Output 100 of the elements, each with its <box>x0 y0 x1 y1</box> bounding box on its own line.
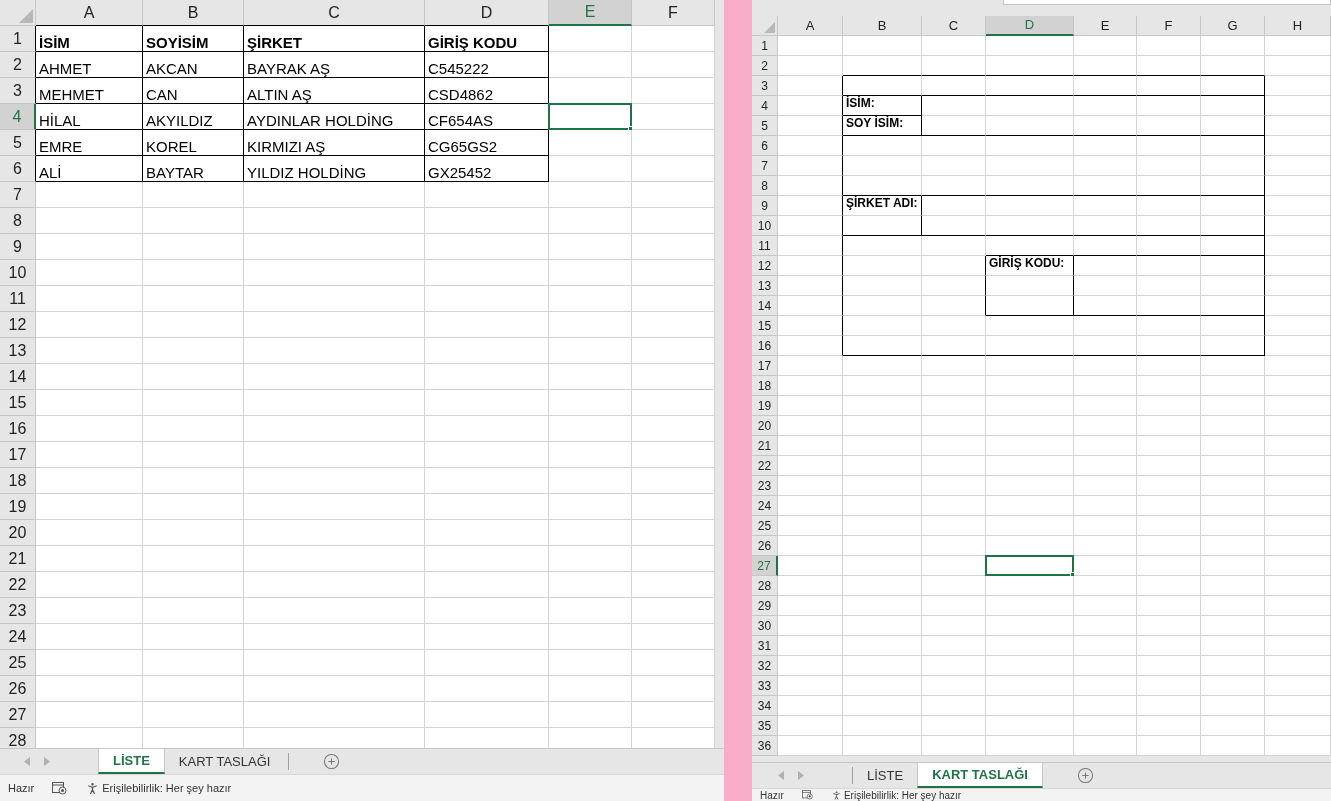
column-header[interactable]: E <box>549 0 632 26</box>
row-header[interactable]: 18 <box>752 376 778 396</box>
row-header[interactable]: 31 <box>752 636 778 656</box>
row-header[interactable]: 34 <box>752 696 778 716</box>
row-header[interactable]: 24 <box>0 624 36 650</box>
row-header[interactable]: 10 <box>0 260 36 286</box>
row-header[interactable]: 16 <box>752 336 778 356</box>
row-header[interactable]: 1 <box>0 26 36 52</box>
row-header[interactable]: 19 <box>0 494 36 520</box>
sheet-tab[interactable]: LİSTE <box>98 749 165 774</box>
row-header[interactable]: 22 <box>752 456 778 476</box>
accessibility-status[interactable]: Erişilebilirlik: Her şey hazır <box>843 788 962 801</box>
row-header[interactable]: 4 <box>752 96 778 116</box>
row-header[interactable]: 17 <box>0 442 36 468</box>
row-header[interactable]: 32 <box>752 656 778 676</box>
row-header[interactable]: 27 <box>752 556 778 576</box>
row-header[interactable]: 6 <box>0 156 36 182</box>
selected-cell[interactable] <box>549 104 632 130</box>
column-header[interactable]: C <box>922 16 986 36</box>
row-header[interactable]: 35 <box>752 716 778 736</box>
row-header[interactable]: 12 <box>752 256 778 276</box>
row-header[interactable]: 23 <box>0 598 36 624</box>
row-header[interactable]: 15 <box>0 390 36 416</box>
column-header[interactable]: A <box>778 16 843 36</box>
column-header[interactable]: D <box>425 0 549 26</box>
row-header[interactable]: 16 <box>0 416 36 442</box>
row-header[interactable]: 11 <box>752 236 778 256</box>
column-header[interactable]: C <box>244 0 425 26</box>
row-header[interactable]: 7 <box>0 182 36 208</box>
column-header[interactable]: D <box>986 16 1074 36</box>
sheet-tab[interactable]: KART TASLAĞI <box>917 763 1043 788</box>
macro-recording-icon[interactable] <box>52 781 68 795</box>
row-header[interactable]: 2 <box>0 52 36 78</box>
table-cell: CG65GS2 <box>425 130 549 156</box>
row-header[interactable]: 9 <box>0 234 36 260</box>
row-header[interactable]: 36 <box>752 736 778 756</box>
macro-recording-icon[interactable] <box>801 790 813 800</box>
row-header[interactable]: 26 <box>752 536 778 556</box>
table-cell: MEHMET <box>36 78 143 104</box>
column-header[interactable]: E <box>1074 16 1137 36</box>
row-header[interactable]: 18 <box>0 468 36 494</box>
row-header[interactable]: 6 <box>752 136 778 156</box>
formula-field[interactable] <box>1003 0 1331 5</box>
row-header[interactable]: 15 <box>752 316 778 336</box>
row-header[interactable]: 8 <box>752 176 778 196</box>
row-header[interactable]: 24 <box>752 496 778 516</box>
row-header[interactable]: 29 <box>752 596 778 616</box>
row-header[interactable]: 23 <box>752 476 778 496</box>
row-header[interactable]: 7 <box>752 156 778 176</box>
selected-cell[interactable] <box>986 556 1074 576</box>
column-header[interactable]: F <box>1137 16 1201 36</box>
column-header[interactable]: G <box>1201 16 1265 36</box>
column-header[interactable]: F <box>632 0 715 26</box>
row-header[interactable]: 11 <box>0 286 36 312</box>
row-header[interactable]: 20 <box>752 416 778 436</box>
row-header[interactable]: 5 <box>752 116 778 136</box>
row-header[interactable]: 4 <box>0 104 36 130</box>
row-header[interactable]: 5 <box>0 130 36 156</box>
row-header[interactable]: 33 <box>752 676 778 696</box>
row-header[interactable]: 21 <box>752 436 778 456</box>
table-cell: GX25452 <box>425 156 549 182</box>
column-header[interactable]: B <box>843 16 922 36</box>
table-cell: HİLAL <box>36 104 143 130</box>
row-header[interactable]: 25 <box>752 516 778 536</box>
row-header[interactable]: 3 <box>752 76 778 96</box>
table-cell: CAN <box>143 78 244 104</box>
row-header[interactable]: 14 <box>0 364 36 390</box>
row-header[interactable]: 30 <box>752 616 778 636</box>
row-header[interactable]: 22 <box>0 572 36 598</box>
add-sheet-icon[interactable] <box>1076 767 1094 784</box>
row-header[interactable]: 27 <box>0 702 36 728</box>
status-text: Hazır <box>8 780 35 796</box>
column-header[interactable]: B <box>143 0 244 26</box>
row-header[interactable]: 8 <box>0 208 36 234</box>
sheet-tab[interactable]: LİSTE <box>853 763 918 788</box>
accessibility-status[interactable]: Erişilebilirlik: Her şey hazır <box>102 779 232 797</box>
table-cell: AKCAN <box>143 52 244 78</box>
row-header[interactable]: 9 <box>752 196 778 216</box>
row-header[interactable]: 19 <box>752 396 778 416</box>
row-header[interactable]: 17 <box>752 356 778 376</box>
row-header[interactable]: 12 <box>0 312 36 338</box>
add-sheet-icon[interactable] <box>323 753 341 770</box>
row-header[interactable]: 26 <box>0 676 36 702</box>
row-header[interactable]: 20 <box>0 520 36 546</box>
row-header[interactable]: 13 <box>0 338 36 364</box>
row-header[interactable]: 1 <box>752 36 778 56</box>
column-header[interactable]: A <box>36 0 143 26</box>
row-header[interactable]: 13 <box>752 276 778 296</box>
table-cell: AHMET <box>36 52 143 78</box>
table-cell: CSD4862 <box>425 78 549 104</box>
sheet-tab[interactable]: KART TASLAĞI <box>164 749 285 774</box>
row-header[interactable]: 10 <box>752 216 778 236</box>
row-header[interactable]: 28 <box>752 576 778 596</box>
row-header[interactable]: 2 <box>752 56 778 76</box>
row-header[interactable]: 3 <box>0 78 36 104</box>
row-header[interactable]: 25 <box>0 650 36 676</box>
row-header[interactable]: 14 <box>752 296 778 316</box>
column-header[interactable]: H <box>1265 16 1331 36</box>
row-header[interactable]: 21 <box>0 546 36 572</box>
accessibility-icon[interactable] <box>830 789 842 801</box>
